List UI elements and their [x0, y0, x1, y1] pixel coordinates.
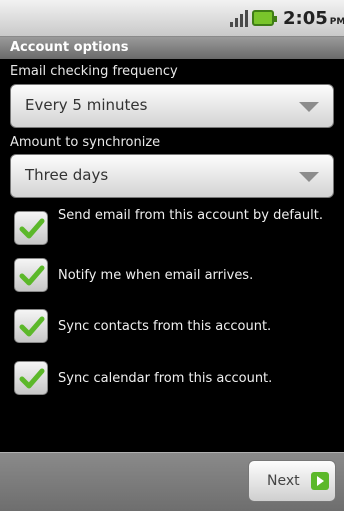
next-arrow-icon [311, 472, 329, 490]
option-label: Notify me when email arrives. [58, 268, 254, 283]
sync-amount-spinner[interactable]: Three days [10, 154, 334, 198]
sync-amount-label: Amount to synchronize [10, 135, 161, 150]
time-ampm: PM [329, 17, 344, 27]
next-label: Next [267, 473, 300, 489]
battery-icon [252, 10, 277, 26]
dropdown-arrow-icon [299, 172, 319, 182]
signal-icon [230, 9, 248, 27]
frequency-label: Email checking frequency [10, 64, 178, 79]
dropdown-arrow-icon [299, 102, 319, 112]
checkmark-icon [19, 265, 45, 286]
checkmark-icon [19, 218, 45, 239]
checkmark-icon [19, 368, 45, 389]
status-time: 2:05 PM [283, 8, 344, 29]
checkbox-sync-contacts[interactable] [14, 309, 48, 343]
option-label: Send email from this account by default. [58, 208, 323, 223]
option-label: Sync calendar from this account. [58, 371, 273, 386]
sync-amount-value: Three days [25, 166, 109, 184]
frequency-value: Every 5 minutes [25, 96, 148, 114]
next-button[interactable]: Next [248, 460, 336, 502]
checkbox-sync-calendar[interactable] [14, 361, 48, 395]
frequency-spinner[interactable]: Every 5 minutes [10, 84, 334, 128]
option-label: Sync contacts from this account. [58, 319, 272, 334]
page-title: Account options [0, 37, 344, 59]
bottom-bar: Next [0, 452, 344, 511]
checkbox-notify[interactable] [14, 258, 48, 292]
checkmark-icon [19, 316, 45, 337]
status-bar: 2:05 PM [0, 0, 344, 37]
time-value: 2:05 [283, 8, 328, 29]
checkbox-send-email[interactable] [14, 211, 48, 245]
